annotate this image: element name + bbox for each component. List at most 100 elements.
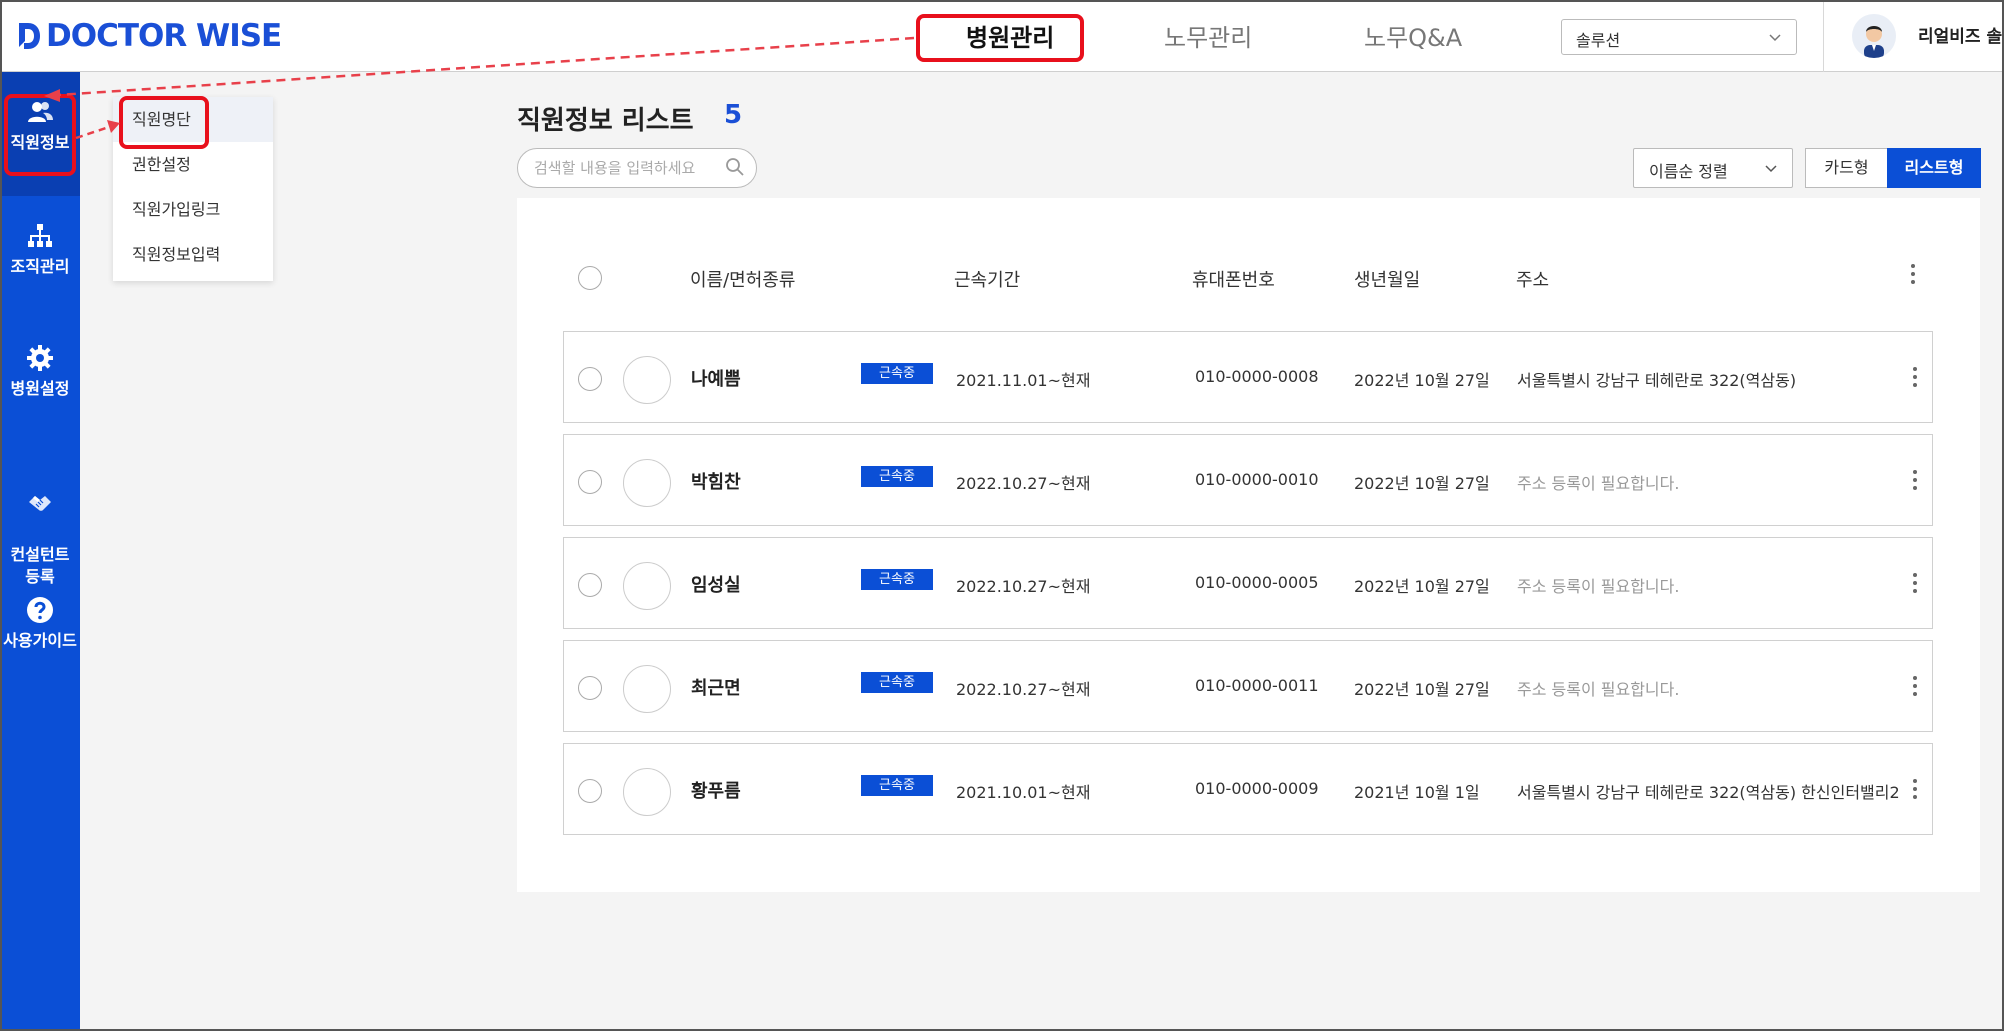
sidebar-item-label: 병원설정: [10, 379, 70, 398]
address: 서울특별시 강남구 테헤란로 322(역삼동): [1517, 371, 1797, 390]
table-row[interactable]: 임성실 근속중 2022.10.27~현재 010-0000-0005 2022…: [563, 537, 1933, 629]
logo-text: DOCTOR WISE: [46, 18, 282, 54]
logo[interactable]: DOCTOR WISE: [16, 18, 282, 54]
sort-select[interactable]: 이름순 정렬: [1633, 148, 1793, 188]
column-header-name[interactable]: 이름/면허종류: [690, 266, 795, 292]
birth-date: 2022년 10월 27일: [1354, 474, 1490, 493]
column-header-period[interactable]: 근속기간: [954, 266, 1020, 292]
nav-labor-qa[interactable]: 노무Q&A: [1364, 18, 1462, 53]
more-vertical-icon[interactable]: [1912, 675, 1918, 697]
top-header: DOCTOR WISE 병원관리 노무관리 노무Q&A 솔루션 리얼비즈 솔: [0, 0, 2004, 72]
users-icon: [28, 102, 53, 122]
sidebar: 직원정보 조직관리 병원설정 컨설턴트 등록 사용가이드: [0, 72, 80, 1031]
solution-select-value: 솔루션: [1576, 31, 1621, 50]
row-checkbox[interactable]: [578, 779, 602, 803]
avatar: [623, 459, 671, 507]
user-avatar[interactable]: [1852, 14, 1896, 58]
nav-hospital-management[interactable]: 병원관리: [966, 18, 1054, 53]
table-row[interactable]: 박힘찬 근속중 2022.10.27~현재 010-0000-0010 2022…: [563, 434, 1933, 526]
gear-icon: [27, 345, 53, 371]
sidebar-item-label: 직원정보: [10, 133, 70, 152]
employee-name: 임성실: [691, 575, 741, 596]
phone-number: 010-0000-0009: [1195, 779, 1319, 798]
page-title: 직원정보 리스트: [517, 106, 694, 136]
org-chart-icon: [28, 224, 52, 247]
avatar: [623, 768, 671, 816]
employment-period: 2021.10.01~현재: [956, 783, 1091, 802]
phone-number: 010-0000-0005: [1195, 573, 1319, 592]
status-badge: 근속중: [861, 672, 933, 693]
select-all-checkbox[interactable]: [578, 266, 602, 290]
column-header-phone[interactable]: 휴대폰번호: [1192, 266, 1275, 292]
sort-select-value: 이름순 정렬: [1649, 162, 1728, 181]
avatar: [623, 356, 671, 404]
table-row[interactable]: 최근면 근속중 2022.10.27~현재 010-0000-0011 2022…: [563, 640, 1933, 732]
employment-period: 2022.10.27~현재: [956, 680, 1091, 699]
sidebar-item-label: 사용가이드: [3, 631, 77, 650]
search-icon[interactable]: [725, 157, 745, 177]
address: 주소 등록이 필요합니다.: [1517, 577, 1680, 596]
more-vertical-icon[interactable]: [1912, 778, 1918, 800]
chevron-down-icon: [1769, 34, 1781, 42]
status-badge: 근속중: [861, 466, 933, 487]
phone-number: 010-0000-0010: [1195, 470, 1319, 489]
employment-period: 2021.11.01~현재: [956, 371, 1091, 390]
logo-mark-icon: [19, 23, 40, 49]
birth-date: 2022년 10월 27일: [1354, 577, 1490, 596]
column-header-address[interactable]: 주소: [1516, 266, 1549, 292]
list-view-button[interactable]: 리스트형: [1887, 148, 1981, 188]
header-divider: [1823, 0, 1824, 72]
employment-period: 2022.10.27~현재: [956, 474, 1091, 493]
row-checkbox[interactable]: [578, 470, 602, 494]
table-row[interactable]: 황푸름 근속중 2021.10.01~현재 010-0000-0009 2021…: [563, 743, 1933, 835]
phone-number: 010-0000-0008: [1195, 367, 1319, 386]
sidebar-item-user-guide[interactable]: 사용가이드: [0, 596, 80, 652]
more-vertical-icon[interactable]: [1910, 263, 1916, 285]
sidebar-item-hospital-settings[interactable]: 병원설정: [0, 344, 80, 400]
submenu-item-permission-settings[interactable]: 권한설정: [113, 142, 273, 187]
sidebar-item-employee-info[interactable]: 직원정보: [0, 72, 80, 196]
more-vertical-icon[interactable]: [1912, 366, 1918, 388]
employee-count: 5: [724, 100, 743, 130]
user-avatar-icon: [1852, 14, 1896, 58]
status-badge: 근속중: [861, 775, 933, 796]
avatar: [623, 665, 671, 713]
more-vertical-icon[interactable]: [1912, 469, 1918, 491]
chevron-down-icon: [1765, 165, 1777, 173]
row-checkbox[interactable]: [578, 367, 602, 391]
submenu-item-employee-list[interactable]: 직원명단: [113, 97, 273, 142]
address: 주소 등록이 필요합니다.: [1517, 680, 1680, 699]
sidebar-item-consultant-register[interactable]: 컨설턴트 등록: [0, 466, 80, 588]
birth-date: 2022년 10월 27일: [1354, 371, 1490, 390]
status-badge: 근속중: [861, 569, 933, 590]
employee-name: 최근면: [691, 678, 741, 699]
sidebar-item-label: 조직관리: [10, 257, 70, 276]
submenu-item-join-link[interactable]: 직원가입링크: [113, 187, 273, 232]
handshake-icon: [29, 496, 51, 511]
address: 서울특별시 강남구 테헤란로 322(역삼동) 한신인터밸리2: [1517, 783, 1900, 802]
employee-name: 박힘찬: [691, 472, 741, 493]
solution-select[interactable]: 솔루션: [1561, 19, 1797, 55]
row-checkbox[interactable]: [578, 573, 602, 597]
employee-name: 나예쁨: [691, 369, 741, 390]
help-icon: [27, 597, 53, 623]
employment-period: 2022.10.27~현재: [956, 577, 1091, 596]
table-row[interactable]: 나예쁨 근속중 2021.11.01~현재 010-0000-0008 2022…: [563, 331, 1933, 423]
employee-name: 황푸름: [691, 781, 741, 802]
phone-number: 010-0000-0011: [1195, 676, 1319, 695]
search-input[interactable]: [517, 148, 757, 188]
address: 주소 등록이 필요합니다.: [1517, 474, 1680, 493]
more-vertical-icon[interactable]: [1912, 572, 1918, 594]
card-view-button[interactable]: 카드형: [1805, 148, 1887, 188]
birth-date: 2022년 10월 27일: [1354, 680, 1490, 699]
row-checkbox[interactable]: [578, 676, 602, 700]
employee-submenu: 직원명단 권한설정 직원가입링크 직원정보입력: [113, 97, 273, 281]
birth-date: 2021년 10월 1일: [1354, 783, 1480, 802]
column-header-birth[interactable]: 생년월일: [1354, 266, 1420, 292]
user-name: 리얼비즈 솔: [1918, 27, 2003, 47]
sidebar-item-org-management[interactable]: 조직관리: [0, 222, 80, 278]
nav-labor-management[interactable]: 노무관리: [1164, 18, 1252, 53]
submenu-item-info-input[interactable]: 직원정보입력: [113, 232, 273, 277]
avatar: [623, 562, 671, 610]
sidebar-item-label: 컨설턴트 등록: [10, 545, 70, 586]
